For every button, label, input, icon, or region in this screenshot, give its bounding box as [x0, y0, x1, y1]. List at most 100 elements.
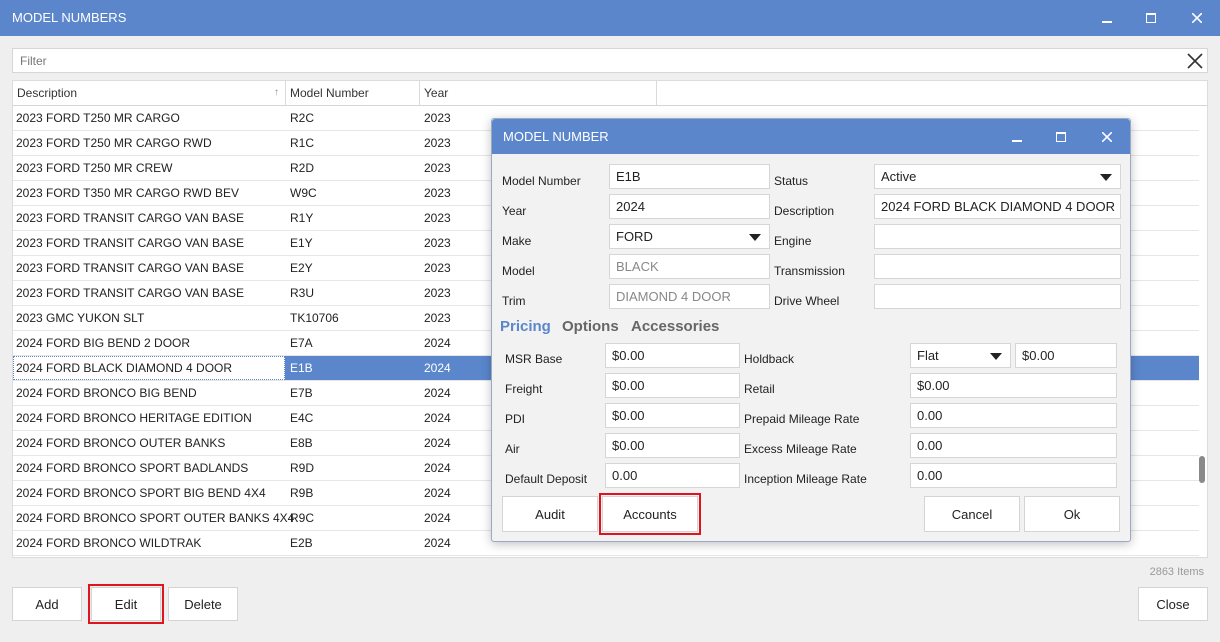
window-title: MODEL NUMBERS [12, 10, 127, 25]
status-select[interactable]: Active [874, 164, 1121, 189]
make-label: Make [502, 234, 532, 248]
close-window-button[interactable] [1175, 0, 1219, 36]
cell-description: 2023 FORD TRANSIT CARGO VAN BASE [16, 211, 245, 225]
cell-model: E7A [290, 336, 313, 350]
sort-ascending-icon: ↑ [274, 87, 279, 98]
cell-description: 2023 FORD T350 MR CARGO RWD BEV [16, 186, 239, 200]
cell-model: R2C [290, 111, 315, 125]
column-header-year[interactable]: Year [420, 81, 657, 105]
prepaid-mileage-field[interactable]: 0.00 [910, 403, 1117, 428]
cell-year: 2023 [424, 136, 451, 150]
inception-mileage-field[interactable]: 0.00 [910, 463, 1117, 488]
cell-year: 2023 [424, 211, 451, 225]
excess-mileage-label: Excess Mileage Rate [744, 442, 857, 456]
filter-box [12, 48, 1208, 73]
ok-button[interactable]: Ok [1024, 496, 1120, 532]
cell-description: 2023 FORD TRANSIT CARGO VAN BASE [16, 261, 245, 275]
edit-button[interactable]: Edit [88, 584, 164, 624]
make-select[interactable]: FORD [609, 224, 770, 249]
freight-label: Freight [505, 382, 543, 396]
cell-year: 2024 [424, 536, 451, 550]
dialog-maximize-button[interactable] [1039, 119, 1083, 154]
cancel-button[interactable]: Cancel [924, 496, 1020, 532]
delete-button[interactable]: Delete [168, 587, 238, 621]
cell-model: E2B [290, 536, 313, 550]
model-number-label: Model Number [502, 174, 581, 188]
cell-year: 2024 [424, 461, 451, 475]
retail-label: Retail [744, 382, 775, 396]
audit-button[interactable]: Audit [502, 496, 598, 532]
drive-wheel-label: Drive Wheel [774, 294, 840, 308]
default-deposit-field[interactable]: 0.00 [605, 463, 740, 488]
holdback-field[interactable]: $0.00 [1015, 343, 1117, 368]
holdback-type-select[interactable]: Flat [910, 343, 1011, 368]
grid-header: Description ↑ Model Number Year [13, 81, 1207, 106]
year-label: Year [502, 204, 527, 218]
accounts-button[interactable]: Accounts [599, 493, 701, 535]
dialog-close-button[interactable] [1085, 119, 1129, 154]
cell-description: 2024 FORD BIG BEND 2 DOOR [16, 336, 191, 350]
filter-input[interactable] [13, 49, 1163, 72]
engine-field[interactable] [874, 224, 1121, 249]
minimize-icon [1012, 140, 1022, 142]
msr-base-field[interactable]: $0.00 [605, 343, 740, 368]
clear-filter-icon[interactable] [1186, 52, 1204, 70]
transmission-field[interactable] [874, 254, 1121, 279]
cell-model: R2D [290, 161, 315, 175]
retail-field[interactable]: $0.00 [910, 373, 1117, 398]
description-field[interactable]: 2024 FORD BLACK DIAMOND 4 DOOR [874, 194, 1121, 219]
cell-model: TK10706 [290, 311, 339, 325]
cell-year: 2024 [424, 511, 451, 525]
pdi-field[interactable]: $0.00 [605, 403, 740, 428]
cell-model: E1B [290, 361, 313, 375]
model-number-dialog: MODEL NUMBER Model Number Year Make Mode… [491, 118, 1131, 542]
close-icon [1191, 12, 1203, 24]
default-deposit-label: Default Deposit [505, 472, 588, 486]
cell-year: 2023 [424, 261, 451, 275]
cell-model: R1Y [290, 211, 314, 225]
cell-model: E1Y [290, 236, 313, 250]
minimize-icon [1102, 21, 1112, 23]
minimize-button[interactable] [1085, 0, 1129, 36]
model-field[interactable]: BLACK [609, 254, 770, 279]
cell-year: 2023 [424, 286, 451, 300]
close-icon [1101, 131, 1113, 143]
cell-year: 2024 [424, 336, 451, 350]
cell-description: 2023 FORD T250 MR CARGO RWD [16, 136, 212, 150]
model-label: Model [502, 264, 535, 278]
tab-pricing[interactable]: Pricing [500, 318, 551, 335]
cell-model: R9C [290, 511, 315, 525]
model-number-field[interactable]: E1B [609, 164, 770, 189]
cell-description: 2024 FORD BRONCO SPORT BADLANDS [16, 461, 249, 475]
cell-description: 2024 FORD BRONCO WILDTRAK [16, 536, 202, 550]
cell-year: 2023 [424, 186, 451, 200]
tab-accessories[interactable]: Accessories [631, 318, 719, 335]
chevron-down-icon [990, 353, 1002, 360]
maximize-button[interactable] [1129, 0, 1173, 36]
cell-year: 2024 [424, 386, 451, 400]
cell-description: 2024 FORD BRONCO SPORT OUTER BANKS 4X4 [16, 511, 295, 525]
cell-model: R9D [290, 461, 315, 475]
air-label: Air [505, 442, 520, 456]
cell-description: 2023 FORD T250 MR CARGO [16, 111, 180, 125]
drive-wheel-field[interactable] [874, 284, 1121, 309]
cell-model: W9C [290, 186, 317, 200]
excess-mileage-field[interactable]: 0.00 [910, 433, 1117, 458]
chevron-down-icon [1100, 174, 1112, 181]
column-header-description[interactable]: Description ↑ [13, 81, 286, 105]
column-header-model-number[interactable]: Model Number [286, 81, 420, 105]
cell-model: E7B [290, 386, 313, 400]
add-button[interactable]: Add [12, 587, 82, 621]
freight-field[interactable]: $0.00 [605, 373, 740, 398]
trim-field[interactable]: DIAMOND 4 DOOR [609, 284, 770, 309]
tab-options[interactable]: Options [562, 318, 619, 335]
year-field[interactable]: 2024 [609, 194, 770, 219]
cell-description: 2024 FORD BRONCO BIG BEND [16, 386, 197, 400]
dialog-minimize-button[interactable] [995, 119, 1039, 154]
status-label: Status [774, 174, 809, 188]
vertical-scrollbar[interactable] [1199, 456, 1205, 483]
items-count: 2863 Items [1149, 566, 1204, 578]
air-field[interactable]: $0.00 [605, 433, 740, 458]
cell-model: R3U [290, 286, 315, 300]
close-button[interactable]: Close [1138, 587, 1208, 621]
